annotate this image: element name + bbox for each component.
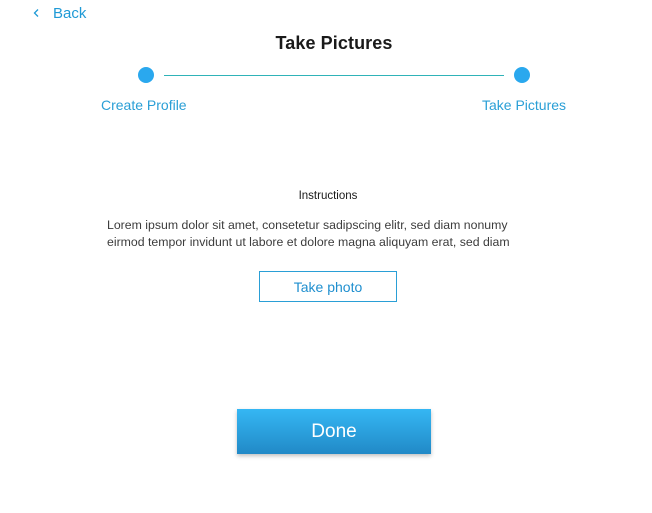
step-dot-create-profile[interactable] xyxy=(138,67,154,83)
instructions-line: Lorem ipsum dolor sit amet, consetetur s… xyxy=(107,218,508,232)
instructions-text: Lorem ipsum dolor sit amet, consetetur s… xyxy=(107,217,557,251)
take-photo-button[interactable]: Take photo xyxy=(259,271,397,302)
progress-stepper: Create Profile Take Pictures xyxy=(0,0,652,130)
step-label-take-pictures[interactable]: Take Pictures xyxy=(482,97,566,113)
done-button[interactable]: Done xyxy=(237,409,431,454)
take-pictures-page: Back Take Pictures Create Profile Take P… xyxy=(0,0,652,513)
instructions-heading: Instructions xyxy=(298,190,358,202)
step-dot-take-pictures[interactable] xyxy=(514,67,530,83)
step-connector-line xyxy=(164,74,504,76)
instructions-line: eirmod tempor invidunt ut labore et dolo… xyxy=(107,235,510,249)
step-label-create-profile[interactable]: Create Profile xyxy=(101,97,187,113)
